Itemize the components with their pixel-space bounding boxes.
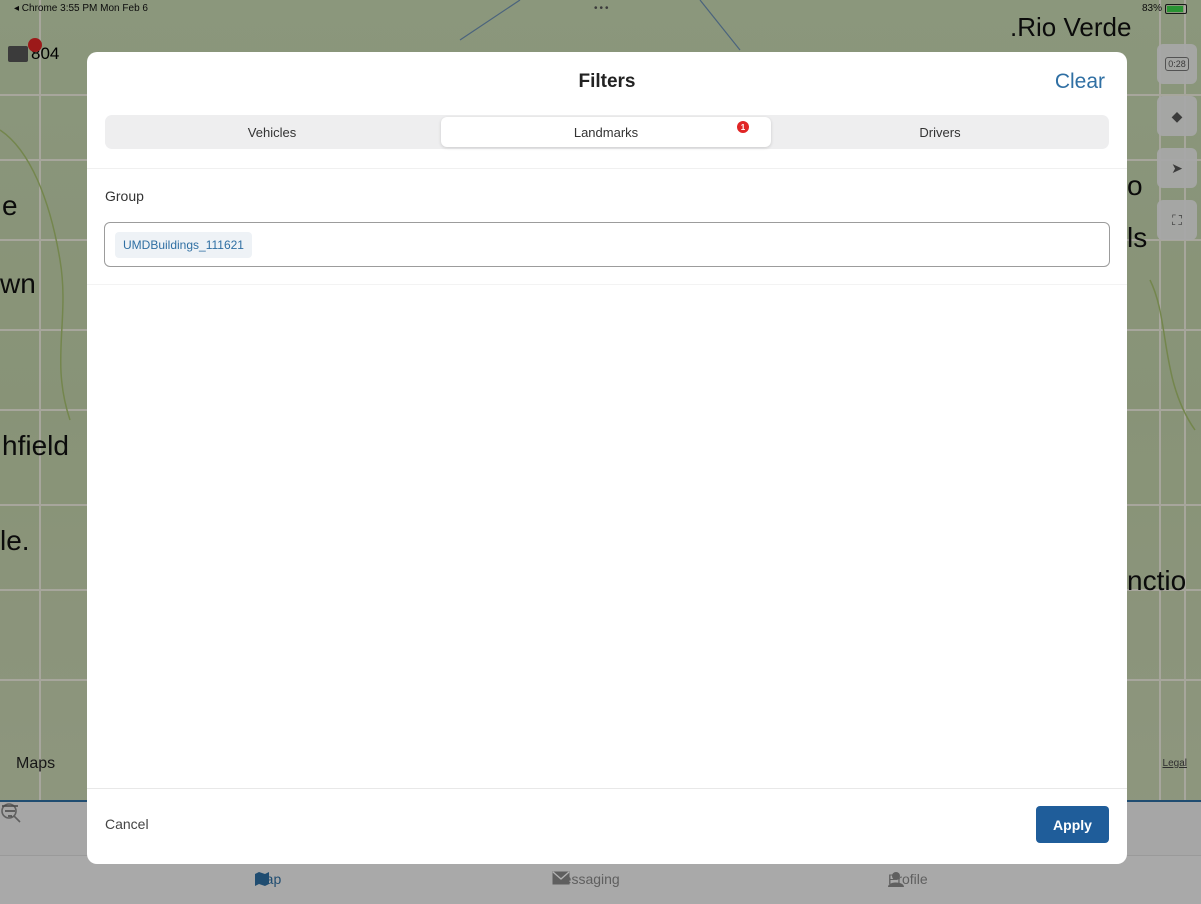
tab-drivers[interactable]: Drivers (775, 117, 1105, 147)
divider (87, 168, 1127, 169)
group-select-field[interactable]: UMDBuildings_111621 (104, 222, 1110, 267)
cancel-button[interactable]: Cancel (105, 816, 149, 832)
landmarks-count-badge: 1 (737, 121, 749, 133)
filters-modal: Filters Clear Vehicles Landmarks 1 Drive… (87, 52, 1127, 864)
tab-vehicles-label: Vehicles (247, 124, 297, 140)
filter-type-segmented-control: Vehicles Landmarks 1 Drivers (105, 115, 1109, 149)
clear-button[interactable]: Clear (1055, 70, 1105, 94)
modal-header: Filters Clear (87, 52, 1127, 112)
divider (87, 284, 1127, 285)
group-chip[interactable]: UMDBuildings_111621 (115, 232, 252, 258)
tab-vehicles[interactable]: Vehicles (107, 117, 437, 147)
apply-button[interactable]: Apply (1036, 806, 1109, 843)
tab-drivers-label: Drivers (919, 124, 961, 140)
tab-landmarks-label: Landmarks (573, 124, 639, 140)
modal-footer: Cancel Apply (87, 788, 1127, 864)
modal-title: Filters (578, 71, 636, 92)
group-label: Group (105, 188, 144, 204)
tab-landmarks[interactable]: Landmarks 1 (441, 117, 771, 147)
